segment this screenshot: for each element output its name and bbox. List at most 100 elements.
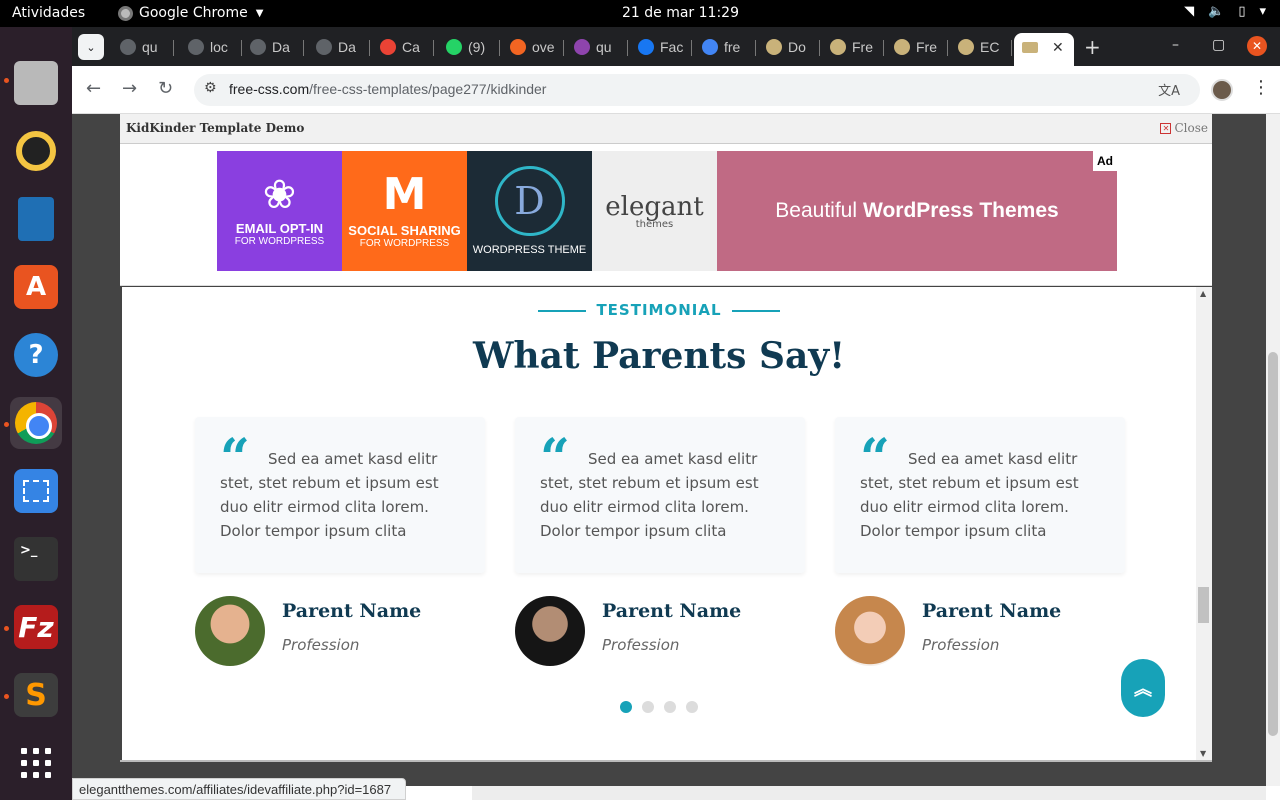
chrome-icon <box>118 5 133 21</box>
tab-search-button[interactable]: ⌄ <box>78 34 104 60</box>
frame-scrollbar[interactable]: ▲ ▼ <box>1196 287 1212 760</box>
dock-files[interactable] <box>10 57 62 109</box>
tab[interactable]: Ca <box>372 33 434 61</box>
address-bar[interactable]: ⚙ free-css.com/free-css-templates/page27… <box>194 74 1230 106</box>
chrome-menu-icon[interactable]: ⋮ <box>1252 77 1270 98</box>
frame-bottom-border <box>120 760 1212 762</box>
carousel-dot[interactable] <box>620 701 632 713</box>
app-center-icon: A <box>14 265 58 309</box>
site-info-icon[interactable]: ⚙ <box>204 80 217 96</box>
scroll-down-icon[interactable]: ▼ <box>1200 749 1206 758</box>
tab-active[interactable]: ✕ <box>1014 33 1074 66</box>
ad-tile-divi[interactable]: D WORDPRESS THEME <box>467 151 592 271</box>
carousel-dot[interactable] <box>642 701 654 713</box>
dock-screenshot[interactable] <box>10 465 62 517</box>
screenshot-icon <box>14 469 58 513</box>
browser-toolbar: ← → ↻ ⚙ free-css.com/free-css-templates/… <box>72 66 1280 114</box>
dock-rhythmbox[interactable] <box>10 125 62 177</box>
tab-label: Da <box>338 39 356 55</box>
page-scrollbar[interactable] <box>1266 114 1280 786</box>
minimize-button[interactable]: – <box>1172 37 1179 53</box>
page-scroll-thumb[interactable] <box>1268 352 1278 736</box>
tab-favicon-icon <box>894 39 910 55</box>
back-to-top-button[interactable]: ︽ <box>1121 659 1165 717</box>
tab-favicon-icon <box>380 39 396 55</box>
ad-tile-wordpress-themes[interactable]: Beautiful WordPress Themes Ad <box>717 151 1117 271</box>
url-text: free-css.com/free-css-templates/page277/… <box>229 81 547 97</box>
frame-scroll-thumb[interactable] <box>1198 587 1209 623</box>
tab-separator <box>433 40 434 56</box>
tab[interactable]: Fre <box>822 33 884 61</box>
tab[interactable]: loc <box>180 33 242 61</box>
terminal-icon: >_ <box>14 537 58 581</box>
avatar <box>835 596 905 666</box>
tab[interactable]: qu <box>112 33 174 61</box>
tab-label: Fre <box>916 39 937 55</box>
dock-filezilla[interactable]: Fz <box>10 601 62 653</box>
app-menu[interactable]: Google Chrome ▼ <box>118 5 263 21</box>
back-button[interactable]: ← <box>86 78 101 99</box>
tab-label: EC <box>980 39 1000 55</box>
tab-favicon-icon <box>638 39 654 55</box>
ad-badge[interactable]: Ad <box>1093 151 1117 171</box>
rhythmbox-icon <box>16 131 56 171</box>
dock-help[interactable]: ? <box>10 329 62 381</box>
tab[interactable]: Fre <box>886 33 948 61</box>
activities-button[interactable]: Atividades <box>12 5 85 21</box>
tab-favicon-icon <box>702 39 718 55</box>
tab-label: loc <box>210 39 228 55</box>
translate-icon[interactable]: 文A <box>1158 80 1180 99</box>
tab-favicon-icon <box>316 39 332 55</box>
scroll-up-icon[interactable]: ▲ <box>1200 289 1206 298</box>
dock-terminal[interactable]: >_ <box>10 533 62 585</box>
carousel-dots <box>620 701 698 713</box>
profile-avatar[interactable] <box>1211 79 1233 101</box>
chrome-icon <box>15 402 57 444</box>
tab[interactable]: Da <box>242 33 304 61</box>
tab[interactable]: (9) <box>438 33 500 61</box>
ad-tile-email[interactable]: ❀ EMAIL OPT-IN FOR WORDPRESS <box>217 151 342 271</box>
ad-banner[interactable]: ❀ EMAIL OPT-IN FOR WORDPRESS M SOCIAL SH… <box>217 151 1117 271</box>
close-window-button[interactable]: ✕ <box>1247 36 1267 56</box>
clock[interactable]: 21 de mar 11:29 <box>622 5 739 21</box>
carousel-dot[interactable] <box>664 701 676 713</box>
new-tab-button[interactable]: + <box>1084 35 1101 59</box>
carousel-dot[interactable] <box>686 701 698 713</box>
tab[interactable]: Da <box>308 33 370 61</box>
dock-writer[interactable] <box>10 193 62 245</box>
tab[interactable]: qu <box>566 33 628 61</box>
system-status[interactable]: ◥ 🔈 ▯ ▾ <box>1184 4 1266 19</box>
dock-chrome[interactable] <box>10 397 62 449</box>
maximize-button[interactable]: ▢ <box>1212 37 1225 53</box>
dock-app-center[interactable]: A <box>10 261 62 313</box>
tab-favicon-icon <box>120 39 136 55</box>
dock: A ? >_ Fz S <box>0 27 72 800</box>
tab-favicon-icon <box>574 39 590 55</box>
tab-favicon-icon <box>958 39 974 55</box>
parent-name: Parent Name <box>602 600 742 622</box>
ad-tile-social[interactable]: M SOCIAL SHARING FOR WORDPRESS <box>342 151 467 271</box>
forward-button[interactable]: → <box>122 78 137 99</box>
tab-label: Fre <box>852 39 873 55</box>
caret-down-icon: ▼ <box>255 7 264 19</box>
tab[interactable]: Fac <box>630 33 692 61</box>
tab[interactable]: EC <box>950 33 1012 61</box>
ad-tile-elegant[interactable]: elegant themes <box>592 151 717 271</box>
tab[interactable]: Do <box>758 33 820 61</box>
avatar <box>515 596 585 666</box>
battery-icon: ▯ <box>1238 4 1246 19</box>
demo-close-button[interactable]: ✕ Close <box>1160 121 1208 135</box>
testimonial-card: “ Sed ea amet kasd elitr stet, stet rebu… <box>835 417 1125 573</box>
tab[interactable]: fre <box>694 33 756 61</box>
tab[interactable]: ove <box>502 33 564 61</box>
reload-button[interactable]: ↻ <box>158 78 173 99</box>
testimonial-card: “ Sed ea amet kasd elitr stet, stet rebu… <box>515 417 805 573</box>
horizontal-scrollbar[interactable] <box>472 786 1266 800</box>
tab-separator <box>369 40 370 56</box>
files-icon <box>14 61 58 105</box>
show-apps-button[interactable] <box>10 737 62 789</box>
tab-separator <box>883 40 884 56</box>
tab-label: qu <box>596 39 612 55</box>
dock-sublime[interactable]: S <box>10 669 62 721</box>
tab-close-icon[interactable]: ✕ <box>1052 39 1064 56</box>
